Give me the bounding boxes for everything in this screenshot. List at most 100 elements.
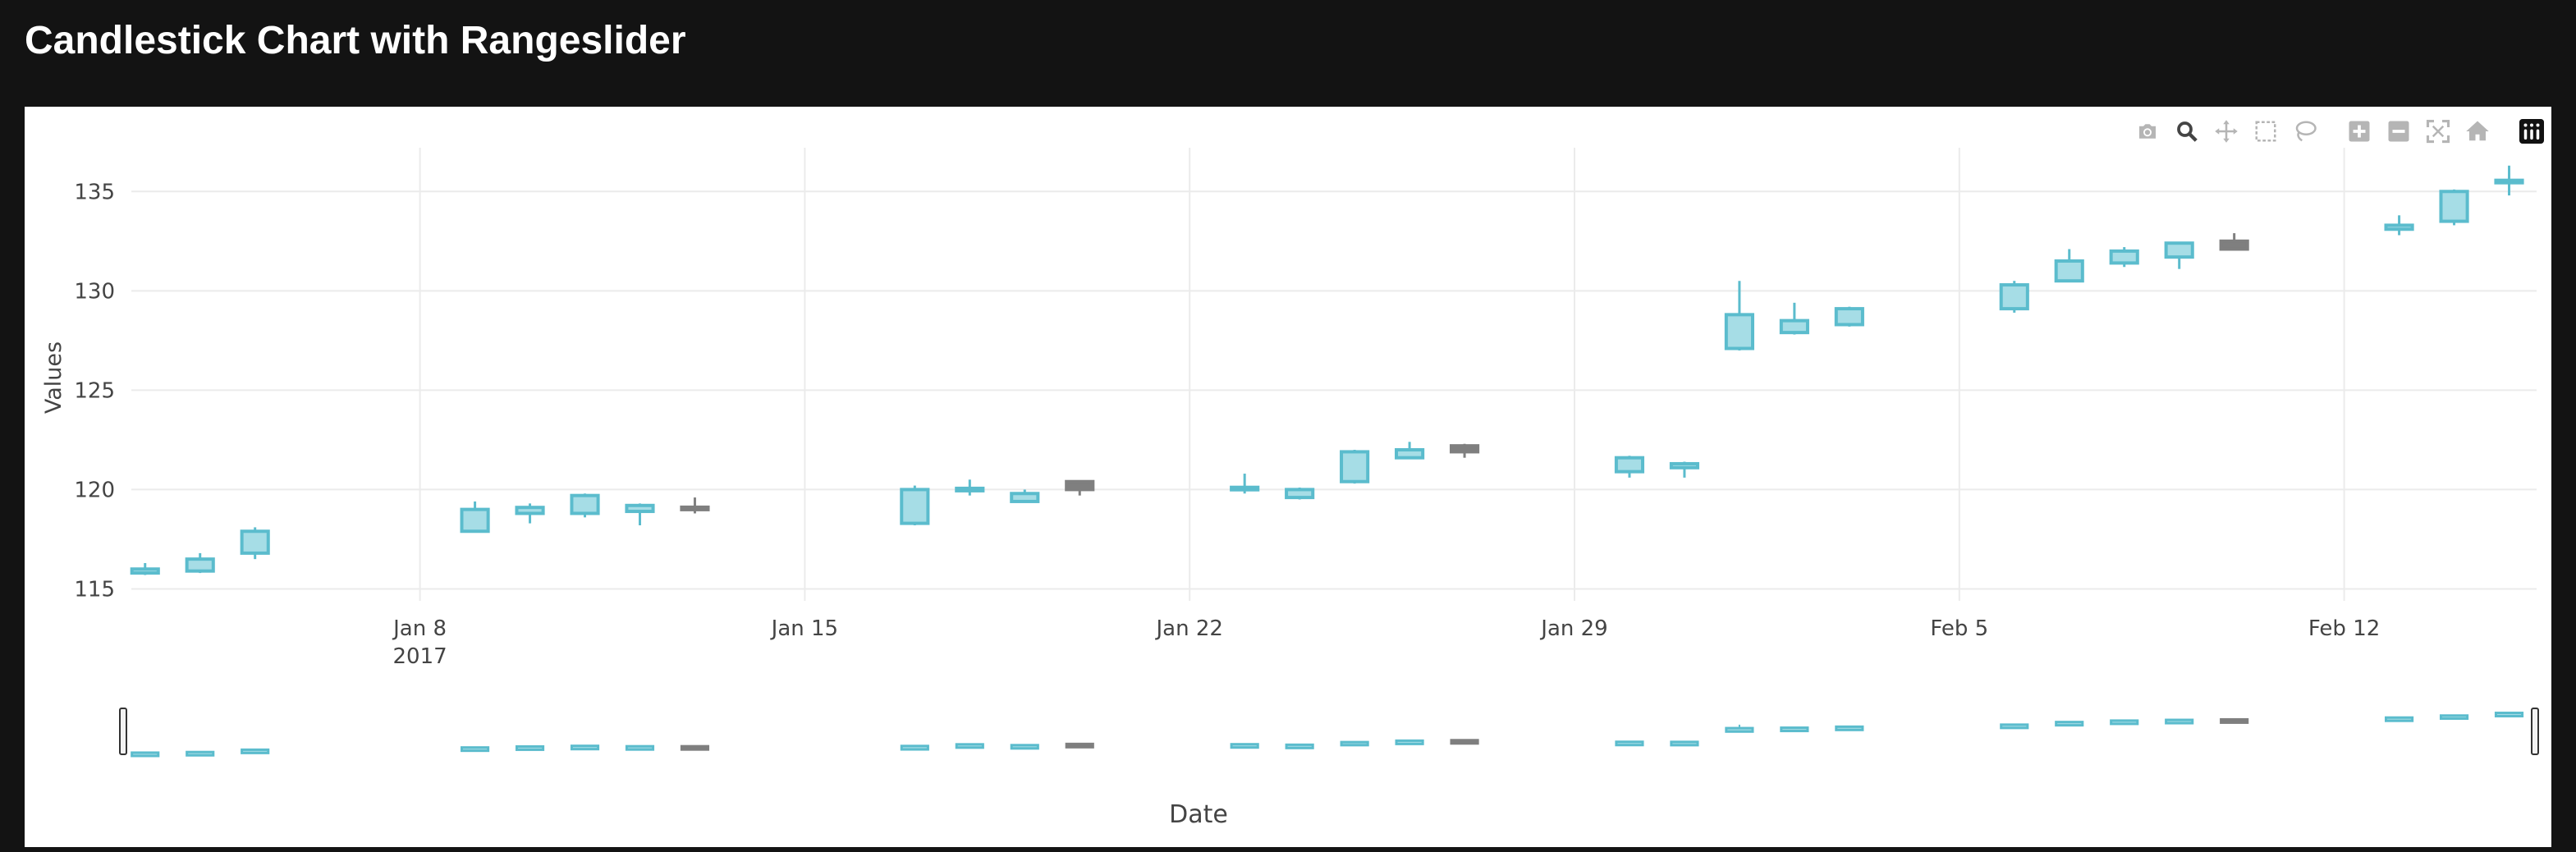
candle[interactable] xyxy=(2109,247,2139,268)
candle[interactable] xyxy=(900,485,930,525)
slider-candle xyxy=(955,743,984,749)
candle-body xyxy=(1999,283,2029,311)
slider-candle xyxy=(2384,716,2414,722)
slider-candle xyxy=(186,750,215,757)
candle[interactable] xyxy=(2384,215,2414,236)
candle-body xyxy=(1779,318,1809,335)
candle[interactable] xyxy=(1449,443,1480,458)
candle[interactable] xyxy=(2439,189,2469,226)
slider-candle xyxy=(1285,743,1314,749)
candle[interactable] xyxy=(515,503,545,524)
candle[interactable] xyxy=(1065,479,1095,496)
reset-axes-icon[interactable] xyxy=(2458,115,2497,148)
candle[interactable] xyxy=(1834,306,1864,327)
candle[interactable] xyxy=(570,493,600,518)
candle-body xyxy=(625,503,655,514)
candle-body xyxy=(2439,190,2469,223)
candle-body xyxy=(1285,488,1315,500)
candles-main xyxy=(130,165,2524,575)
candle-body xyxy=(1669,461,1700,470)
box-select-icon[interactable] xyxy=(2246,115,2285,148)
candle-body xyxy=(2109,249,2139,265)
candlestick-chart[interactable]: 115120125130135 Jan 82017Jan 15 Jan 22 Jan… xyxy=(25,107,2551,847)
slider-candle xyxy=(1615,740,1644,747)
candle[interactable] xyxy=(240,527,270,560)
candle[interactable] xyxy=(2164,241,2194,269)
zoom-in-icon[interactable] xyxy=(2340,115,2379,148)
x-tick-label: Feb 12 xyxy=(2308,616,2380,641)
candle[interactable] xyxy=(1340,450,1370,484)
grid-lines xyxy=(131,148,2537,601)
slider-candle xyxy=(680,744,710,751)
candle[interactable] xyxy=(1010,489,1040,503)
candle-body xyxy=(2054,259,2084,283)
candle[interactable] xyxy=(1230,474,1260,494)
candle[interactable] xyxy=(625,503,655,525)
candle[interactable] xyxy=(680,497,710,514)
candle-body xyxy=(1395,448,1425,460)
slider-candle xyxy=(1340,740,1369,747)
slider-candle xyxy=(2055,721,2084,727)
x-tick-label: Jan 8 xyxy=(392,616,447,641)
slider-candle xyxy=(1010,744,1039,750)
candle[interactable] xyxy=(2219,233,2249,251)
candle[interactable] xyxy=(460,501,490,534)
candle[interactable] xyxy=(185,552,215,574)
candle-body xyxy=(1065,479,1095,492)
candle-body xyxy=(1449,444,1480,454)
candle[interactable] xyxy=(1779,302,1809,335)
slider-candle xyxy=(515,744,545,751)
x-tick-sublabel: 2017 xyxy=(393,644,447,669)
candle-body xyxy=(185,557,215,573)
zoom-icon[interactable] xyxy=(2167,115,2207,148)
candle-body xyxy=(2219,239,2249,251)
lasso-select-icon[interactable] xyxy=(2285,115,2325,148)
slider-candle xyxy=(131,751,160,758)
page-title: Candlestick Chart with Rangeslider xyxy=(25,19,686,62)
y-tick-label: 115 xyxy=(74,577,115,602)
candle[interactable] xyxy=(2054,249,2084,283)
x-tick-label: Jan 29 xyxy=(1539,616,1607,641)
candle[interactable] xyxy=(955,479,985,496)
camera-icon[interactable] xyxy=(2128,115,2167,148)
slider-candle xyxy=(1725,724,1754,733)
slider-candle xyxy=(2000,723,2029,730)
candle-body xyxy=(1340,450,1370,483)
x-axis-label: Date xyxy=(1169,800,1228,829)
slider-candle xyxy=(625,744,655,751)
slider-candle xyxy=(2220,717,2249,724)
x-tick-label: Feb 5 xyxy=(1930,616,1988,641)
candle-body xyxy=(1724,313,1754,350)
pan-icon[interactable] xyxy=(2207,115,2246,148)
plotly-logo-icon[interactable] xyxy=(2512,115,2551,148)
rangeslider-right-handle[interactable] xyxy=(2531,708,2539,755)
rangeslider-left-handle[interactable] xyxy=(119,708,127,755)
candle-body xyxy=(1614,456,1645,474)
slider-candle xyxy=(460,746,490,753)
candle-body xyxy=(515,506,545,515)
plot-container: 115 120 125 130 135 Jan 8 2017 Jan 15 Jan 22 Jan… xyxy=(25,107,2551,847)
slider-candle xyxy=(2110,719,2139,726)
rangeslider xyxy=(119,708,2539,758)
candle-body xyxy=(460,507,490,534)
slider-candle xyxy=(2494,712,2524,718)
candle[interactable] xyxy=(1999,281,2029,313)
candle-body xyxy=(2384,223,2414,231)
y-tick-label: 120 xyxy=(74,478,115,502)
candle-body xyxy=(680,505,710,511)
slider-candle xyxy=(1450,739,1479,745)
candle[interactable] xyxy=(1395,442,1425,460)
autoscale-icon[interactable] xyxy=(2418,115,2458,148)
slider-candle xyxy=(1230,743,1259,749)
x-tick-labels: Jan 8 2017 Jan 15 Jan 22 Jan 29 Feb 5 Feb 12 xyxy=(392,616,2380,669)
candle[interactable] xyxy=(130,563,160,575)
candle[interactable] xyxy=(1285,488,1315,500)
candle-body xyxy=(900,488,930,525)
candle-body xyxy=(1010,492,1040,503)
candle-body xyxy=(130,567,160,575)
zoom-out-icon[interactable] xyxy=(2379,115,2418,148)
candle[interactable] xyxy=(1669,461,1700,478)
slider-candle xyxy=(900,744,929,751)
candle[interactable] xyxy=(1614,456,1645,478)
y-axis-label: Values xyxy=(41,341,66,414)
